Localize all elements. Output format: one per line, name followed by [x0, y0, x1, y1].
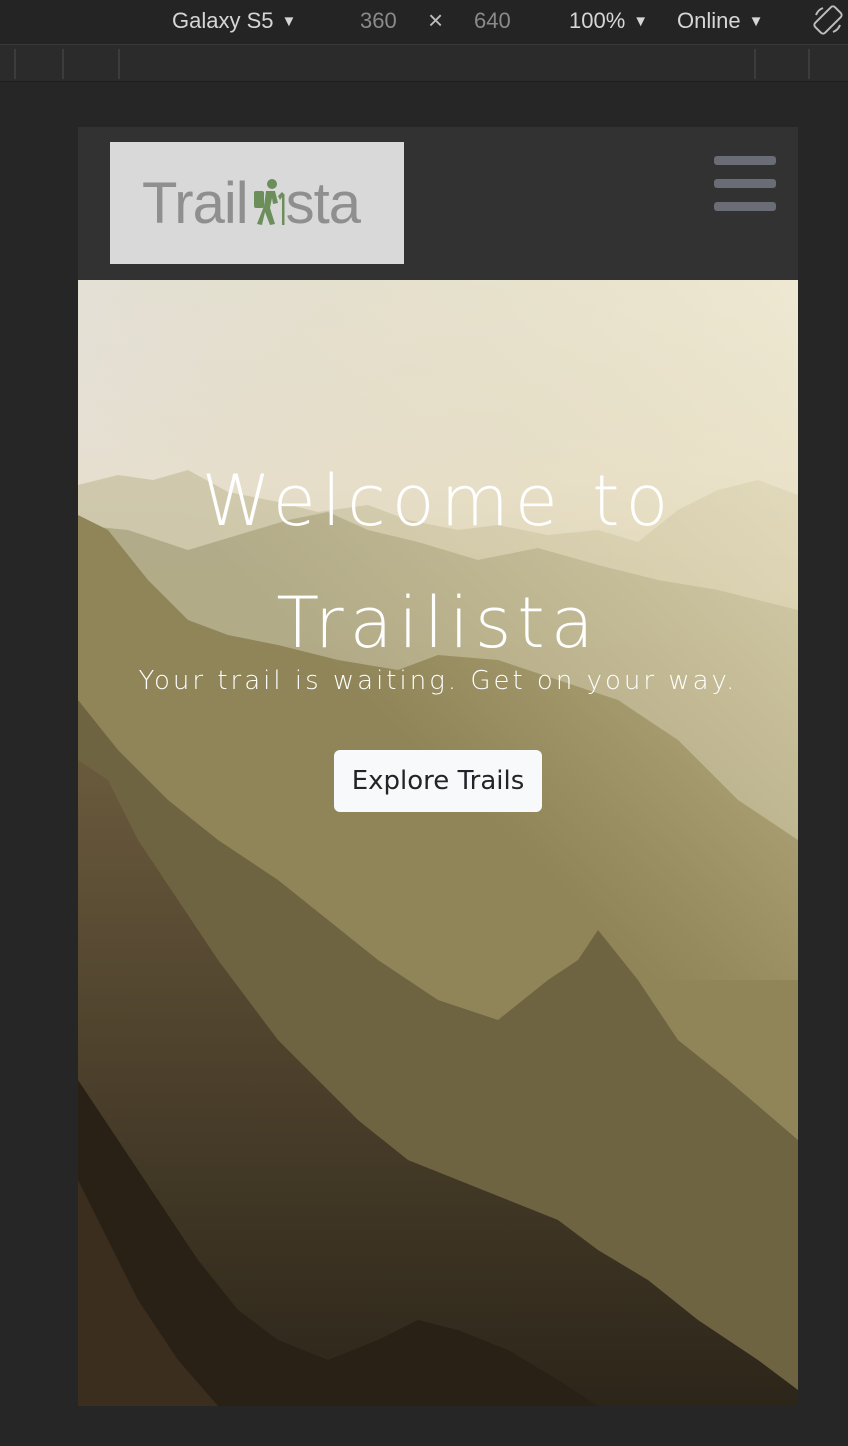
logo-wordmark: Trail sta [142, 170, 361, 237]
ruler-divider [754, 49, 756, 79]
ruler-divider [62, 49, 64, 79]
explore-trails-button[interactable]: Explore Trails [334, 750, 542, 812]
device-select[interactable]: Galaxy S5 ▼ [172, 6, 296, 36]
menu-bar [714, 156, 776, 165]
devtools-device-toolbar: Galaxy S5 ▼ 360 × 640 100% ▼ Online ▼ [0, 0, 848, 45]
hamburger-icon[interactable] [714, 156, 776, 212]
hero-title-line: Welcome to [201, 460, 675, 542]
network-select-label: Online [677, 8, 741, 33]
media-query-ruler [0, 45, 848, 82]
ruler-divider [808, 49, 810, 79]
hero-section: Welcome to Trailista Your trail is waiti… [78, 280, 798, 1406]
logo-text-end: sta [285, 171, 361, 236]
logo-text-start: Trail [142, 171, 249, 236]
menu-bar [714, 179, 776, 188]
width-input[interactable]: 360 [360, 6, 397, 36]
chevron-down-icon: ▼ [748, 13, 764, 30]
device-viewport: Trail sta Welcome to Trailista Your trai… [78, 127, 798, 1406]
device-select-label: Galaxy S5 [172, 8, 274, 33]
chevron-down-icon: ▼ [281, 13, 297, 30]
height-input[interactable]: 640 [474, 6, 511, 36]
hiker-icon [253, 179, 285, 225]
network-throttle-select[interactable]: Online ▼ [677, 6, 763, 36]
zoom-select[interactable]: 100% ▼ [569, 6, 648, 36]
dimensions-separator: × [428, 5, 444, 35]
chevron-down-icon: ▼ [633, 13, 649, 30]
ruler-divider [14, 49, 16, 79]
menu-bar [714, 202, 776, 211]
hero-title: Welcome to Trailista [78, 440, 798, 684]
ruler-divider [118, 49, 120, 79]
zoom-select-label: 100% [569, 8, 626, 33]
brand-logo[interactable]: Trail sta [110, 142, 404, 264]
hero-subtitle: Your trail is waiting. Get on your way. [138, 666, 738, 696]
rotate-icon[interactable] [812, 4, 844, 36]
navbar: Trail sta [78, 127, 798, 280]
